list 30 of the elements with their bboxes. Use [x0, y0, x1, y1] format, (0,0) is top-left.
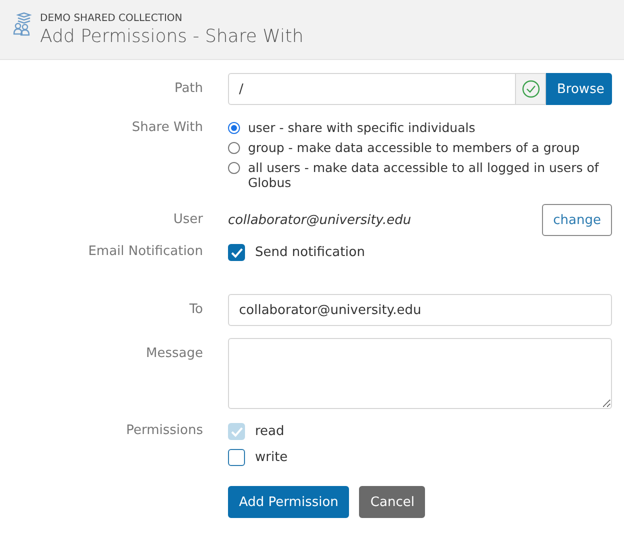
field-label: Share With — [130, 120, 203, 135]
path-field[interactable]: / — [228, 73, 516, 105]
field-label: User — [172, 211, 203, 227]
check-circle-icon — [522, 80, 540, 98]
browse-button[interactable]: Browse — [546, 73, 612, 105]
field-label: Permissions — [125, 423, 203, 438]
radio-label: user - share with specific individuals — [248, 120, 476, 135]
radio-button[interactable] — [228, 162, 240, 174]
field-label: Message — [145, 345, 203, 361]
add-permission-button[interactable]: Add Permission — [228, 486, 350, 518]
radio-button[interactable] — [228, 142, 240, 154]
user-email: collaborator@university.edu — [228, 212, 412, 228]
checkbox[interactable] — [228, 449, 245, 466]
checkbox[interactable] — [228, 244, 245, 261]
field-label: To — [188, 301, 203, 317]
checkbox-label: write — [255, 450, 288, 465]
radio-button[interactable] — [228, 122, 240, 134]
people-stack-icon — [12, 12, 34, 36]
collection-name: DEMO SHARED COLLECTION — [40, 13, 184, 24]
change-button[interactable]: change — [542, 204, 612, 236]
checkbox-label: read — [255, 424, 284, 439]
page-title: Add Permissions - Share With — [40, 26, 304, 47]
field-label: Email Notification — [87, 244, 203, 259]
radio-label: all users - make data accessible to all logged in users of Globus — [248, 160, 600, 190]
checkbox-label: Send notification — [255, 245, 365, 260]
cancel-button[interactable]: Cancel — [359, 486, 426, 518]
message-field[interactable] — [228, 338, 612, 409]
radio-label: group - make data accessible to members of a group — [248, 140, 580, 155]
to-field[interactable]: collaborator@university.edu — [228, 294, 612, 326]
field-label: Path — [173, 80, 203, 96]
